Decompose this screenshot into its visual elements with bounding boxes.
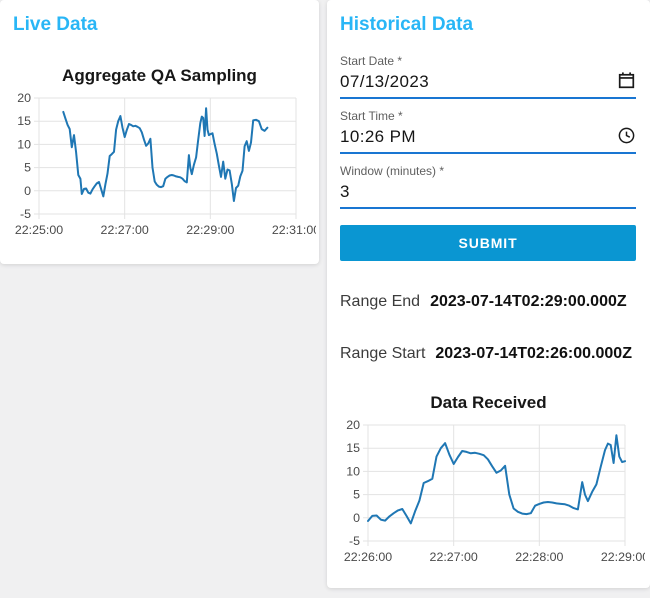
- start-date-field: Start Date *: [340, 54, 636, 99]
- range-end-label: Range End: [340, 293, 421, 310]
- live-chart-title: Aggregate QA Sampling: [62, 66, 257, 85]
- window-minutes-input[interactable]: [340, 179, 636, 202]
- range-start-row: Range Start 2023-07-14T02:26:00.000Z: [340, 345, 650, 363]
- svg-text:5: 5: [353, 488, 360, 502]
- svg-text:-5: -5: [348, 534, 359, 548]
- live-data-panel: Live Data Aggregate QA Sampling 20 15 10 5 0…: [0, 0, 319, 264]
- window-minutes-label: Window (minutes) *: [340, 164, 445, 178]
- svg-text:22:28:00: 22:28:00: [515, 550, 563, 564]
- range-end-row: Range End 2023-07-14T02:29:00.000Z: [340, 293, 650, 311]
- svg-text:5: 5: [24, 161, 31, 175]
- window-minutes-field: Window (minutes) *: [340, 164, 636, 209]
- calendar-icon[interactable]: [618, 72, 635, 89]
- submit-button[interactable]: SUBMIT: [340, 225, 636, 261]
- start-time-field: Start Time *: [340, 109, 636, 154]
- svg-text:15: 15: [17, 114, 31, 128]
- historical-form: Start Date * Start Time *: [340, 54, 636, 209]
- start-date-label: Start Date *: [340, 54, 403, 68]
- svg-text:22:27:00: 22:27:00: [100, 223, 148, 237]
- svg-text:22:29:00: 22:29:00: [186, 223, 234, 237]
- range-end-value: 2023-07-14T02:29:00.000Z: [430, 293, 627, 310]
- svg-text:22:26:00: 22:26:00: [343, 550, 391, 564]
- live-chart: 20 15 10 5 0 -5 22:25:00 22:27:00 22:29:00 22:31:…: [14, 91, 315, 237]
- historical-chart-title: Data Received: [430, 393, 547, 412]
- start-time-input[interactable]: [340, 124, 610, 147]
- svg-text:22:27:00: 22:27:00: [429, 550, 477, 564]
- svg-text:15: 15: [346, 441, 360, 455]
- svg-text:22:25:00: 22:25:00: [14, 223, 62, 237]
- svg-text:20: 20: [346, 418, 360, 432]
- range-start-value: 2023-07-14T02:26:00.000Z: [435, 345, 632, 362]
- range-start-label: Range Start: [340, 345, 426, 362]
- start-date-input[interactable]: [340, 69, 610, 92]
- svg-text:0: 0: [353, 511, 360, 525]
- svg-text:22:31:00: 22:31:00: [271, 223, 315, 237]
- live-data-heading: Live Data: [13, 14, 98, 35]
- historical-data-panel: Historical Data Start Date * Start Time …: [327, 0, 650, 588]
- historical-data-heading: Historical Data: [340, 14, 474, 35]
- svg-text:22:29:00: 22:29:00: [600, 550, 644, 564]
- svg-text:0: 0: [24, 184, 31, 198]
- svg-text:10: 10: [17, 137, 31, 151]
- start-time-label: Start Time *: [340, 109, 403, 123]
- svg-text:10: 10: [346, 464, 360, 478]
- svg-text:20: 20: [17, 91, 31, 105]
- clock-icon[interactable]: [618, 127, 635, 144]
- svg-text:-5: -5: [19, 207, 30, 221]
- historical-chart: 20 15 10 5 0 -5 22:26:00 22:27:00 22:28:00 22:29:…: [343, 418, 644, 564]
